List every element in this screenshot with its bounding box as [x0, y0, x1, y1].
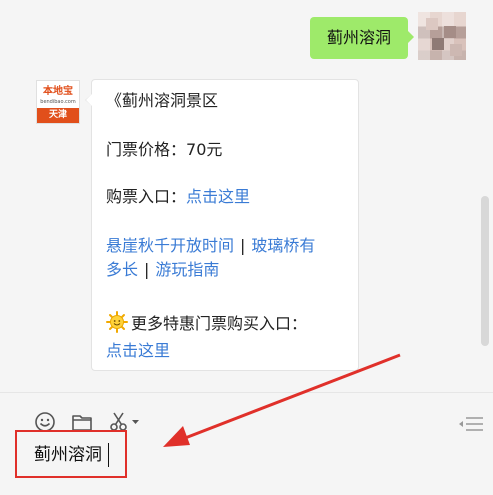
avatar-url: bendibao.com: [40, 99, 76, 105]
price-label: 门票价格：: [106, 140, 187, 159]
discount-line: 更多特惠门票购买入口：: [106, 311, 307, 336]
glass-bridge-link[interactable]: 玻璃桥有: [251, 236, 315, 255]
chevron-down-icon[interactable]: [132, 420, 139, 425]
message-input-value: 蓟州溶洞: [34, 445, 102, 465]
avatar-brand: 本地宝: [43, 86, 73, 97]
buy-line: 购票入口：点击这里: [106, 185, 250, 209]
chat-area: 蓟州溶洞 本地宝 bendibao.com 天津 《蓟州溶洞景区 门票价格：70…: [0, 0, 493, 392]
scroll-thumb[interactable]: [481, 196, 489, 346]
price-line: 门票价格：70元: [106, 138, 222, 162]
buy-label: 购票入口：: [106, 187, 187, 206]
history-icon[interactable]: [458, 416, 484, 432]
buy-link[interactable]: 点击这里: [186, 187, 250, 206]
swing-hours-link[interactable]: 悬崖秋千开放时间: [106, 236, 234, 255]
chat-scrollbar[interactable]: [481, 16, 489, 392]
user-avatar[interactable]: [418, 12, 466, 60]
discount-link-line: 点击这里: [106, 339, 170, 363]
discount-label: 更多特惠门票购买入口：: [131, 314, 308, 333]
incoming-message: 《蓟州溶洞景区 门票价格：70元 购票入口：点击这里 悬崖秋千开放时间 | 玻璃桥有…: [85, 79, 359, 371]
message-input[interactable]: 蓟州溶洞: [15, 430, 127, 478]
text-caret: [108, 443, 109, 467]
discount-link[interactable]: 点击这里: [106, 341, 170, 360]
avatar-city: 天津: [37, 108, 79, 123]
outgoing-message-text: 蓟州溶洞: [326, 28, 391, 47]
bendibao-avatar[interactable]: 本地宝 bendibao.com 天津: [36, 80, 80, 124]
outgoing-message[interactable]: 蓟州溶洞: [310, 17, 414, 59]
link-separator: |: [144, 260, 150, 279]
price-value: 70元: [186, 140, 223, 159]
links-row-1: 悬崖秋千开放时间 | 玻璃桥有: [106, 234, 315, 258]
sun-emoji-icon: [106, 311, 128, 333]
message-title: 《蓟州溶洞景区: [106, 91, 219, 110]
glass-bridge-link-cont[interactable]: 多长: [106, 260, 138, 279]
links-row-2: 多长 | 游玩指南: [106, 258, 219, 282]
guide-link[interactable]: 游玩指南: [155, 260, 219, 279]
link-separator: |: [240, 236, 246, 255]
